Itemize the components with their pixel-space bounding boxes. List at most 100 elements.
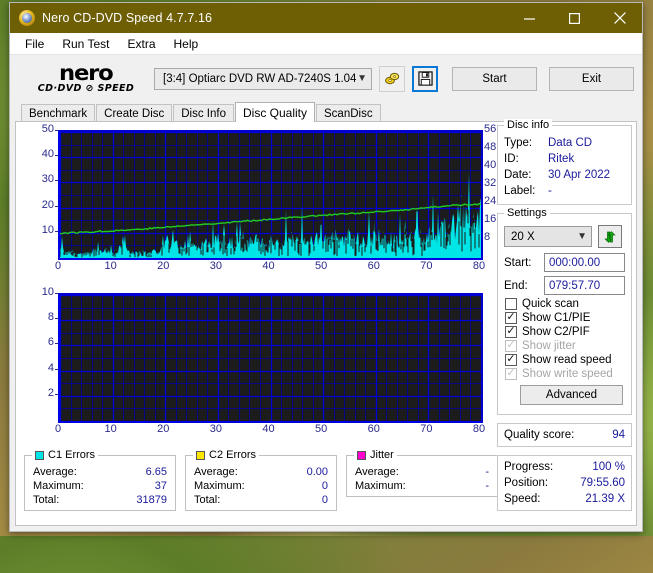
speed-tick-label: 40 bbox=[484, 159, 497, 171]
speed-tick-label: 48 bbox=[484, 141, 497, 153]
legend-jitter: Jitter Average: - Maximum: - bbox=[346, 449, 498, 497]
quality-score-label: Quality score: bbox=[504, 429, 575, 441]
legend-c1-title: C1 Errors bbox=[32, 449, 99, 461]
legend-c2-errors: C2 Errors Average: 0.00 Maximum: 0 Total… bbox=[185, 449, 337, 511]
checkbox-show-write-speed: ✓ Show write speed bbox=[498, 367, 631, 381]
legend-value: 0 bbox=[321, 494, 328, 506]
menu-item-help[interactable]: Help bbox=[165, 34, 208, 54]
start-position-row: Start: 000:00.00 bbox=[498, 251, 631, 274]
speed-tick-label: 32 bbox=[484, 177, 497, 189]
scan-speed-select[interactable]: 20 X ▼ bbox=[504, 226, 592, 247]
legend-row: Maximum: - bbox=[347, 479, 497, 493]
legend-row: Average: - bbox=[347, 465, 497, 479]
x-tick-label: 10 bbox=[104, 260, 117, 272]
disc-info-row-id: ID: Ritek bbox=[498, 151, 631, 167]
graph-area: 10 20 30 40 50 8 16 24 32 40 48 56 0 10 20 30 40 50 60 70… bbox=[20, 123, 501, 573]
start-label: Start: bbox=[504, 256, 532, 269]
checkbox-label: Show C1/PIE bbox=[522, 312, 591, 324]
y-tick-label: 8 bbox=[47, 311, 54, 324]
right-panel: Disc info Type: Data CD ID: Ritek Date: … bbox=[497, 119, 632, 511]
c2-color-swatch bbox=[196, 450, 205, 460]
eject-disc-icon[interactable] bbox=[379, 65, 405, 92]
checkbox-icon bbox=[505, 298, 517, 310]
legend-key: Maximum: bbox=[33, 480, 84, 492]
checkbox-checked-icon: ✓ bbox=[505, 310, 517, 324]
window-title: Nero CD-DVD Speed 4.7.7.16 bbox=[42, 11, 213, 25]
menu-item-run-test[interactable]: Run Test bbox=[53, 34, 118, 54]
checkbox-label: Show jitter bbox=[522, 340, 576, 352]
chevron-down-icon: ▼ bbox=[357, 73, 367, 84]
close-icon[interactable] bbox=[597, 3, 642, 33]
checkbox-show-c2-pif[interactable]: ✓ Show C2/PIF bbox=[498, 325, 631, 339]
checkbox-checked-icon: ✓ bbox=[505, 352, 517, 366]
menu-item-file[interactable]: File bbox=[16, 34, 53, 54]
checkbox-checked-icon: ✓ bbox=[505, 324, 517, 338]
checkbox-quick-scan[interactable]: Quick scan bbox=[498, 297, 631, 311]
settings-title: Settings bbox=[504, 207, 550, 219]
x-tick-label: 30 bbox=[209, 260, 222, 272]
end-label: End: bbox=[504, 279, 528, 292]
x-tick-label: 20 bbox=[157, 260, 170, 272]
legend-value: 6.65 bbox=[145, 466, 167, 478]
legend-row: Total: 0 bbox=[186, 493, 336, 507]
advanced-button[interactable]: Advanced bbox=[520, 385, 623, 405]
row-key: Type: bbox=[504, 137, 533, 149]
drive-select[interactable]: [3:4] Optiarc DVD RW AD-7240S 1.04 ▼ bbox=[154, 67, 372, 90]
status-key: Progress: bbox=[504, 461, 554, 473]
c2-error-graph: 2 4 6 8 10 0 10 20 30 40 50 60 70 80 bbox=[20, 286, 501, 448]
tab-scandisc[interactable]: ScanDisc bbox=[316, 104, 381, 122]
scan-speed-value: 20 X bbox=[511, 230, 535, 243]
tab-disc-quality[interactable]: Disc Quality bbox=[235, 102, 316, 122]
refresh-icon[interactable] bbox=[598, 225, 622, 248]
legend-value: 31879 bbox=[136, 494, 167, 506]
checkbox-show-read-speed[interactable]: ✓ Show read speed bbox=[498, 353, 631, 367]
start-input[interactable]: 000:00.00 bbox=[544, 253, 625, 272]
status-row-speed: Speed: 21.39 X bbox=[498, 491, 631, 507]
row-key: Label: bbox=[504, 185, 536, 197]
quality-score-box: Quality score: 94 bbox=[497, 423, 632, 447]
nero-app-icon bbox=[19, 10, 35, 26]
menu-item-extra[interactable]: Extra bbox=[118, 34, 164, 54]
minimize-icon[interactable] bbox=[507, 3, 552, 33]
legend-key: Maximum: bbox=[194, 480, 245, 492]
tab-create-disc[interactable]: Create Disc bbox=[96, 104, 173, 122]
x-tick-label: 70 bbox=[420, 260, 433, 272]
nero-cd-dvd-speed-window: Nero CD-DVD Speed 4.7.7.16 File Run Test… bbox=[9, 2, 643, 532]
maximize-icon[interactable] bbox=[552, 3, 597, 33]
menu-bar: File Run Test Extra Help bbox=[10, 33, 642, 55]
quality-score-value: 94 bbox=[612, 429, 625, 441]
disc-info-title: Disc info bbox=[504, 119, 553, 131]
x-tick-label: 80 bbox=[472, 260, 486, 272]
toolbar: nero CD·DVD ⊘ SPEED [3:4] Optiarc DVD RW… bbox=[10, 55, 642, 102]
row-value: - bbox=[548, 185, 552, 197]
legend-key: Average: bbox=[33, 466, 77, 478]
quality-score-row: Quality score: 94 bbox=[498, 427, 631, 443]
legend-c1-errors: C1 Errors Average: 6.65 Maximum: 37 Tota… bbox=[24, 449, 176, 511]
settings-group: Settings 20 X ▼ Start: 000:00.00 End: 07… bbox=[497, 207, 632, 415]
tab-benchmark[interactable]: Benchmark bbox=[21, 104, 96, 122]
legend-value: - bbox=[485, 466, 489, 478]
legend-row: Average: 6.65 bbox=[25, 465, 175, 479]
save-floppy-icon[interactable] bbox=[412, 65, 438, 92]
x-tick-label: 70 bbox=[420, 423, 433, 435]
y-tick-label: 10 bbox=[41, 223, 54, 236]
end-input[interactable]: 079:57.70 bbox=[544, 276, 625, 295]
legend-key: Average: bbox=[194, 466, 238, 478]
legend-key: Total: bbox=[194, 494, 221, 506]
exit-button[interactable]: Exit bbox=[549, 66, 634, 91]
nero-logo: nero CD·DVD ⊘ SPEED bbox=[32, 63, 140, 94]
legend-value: - bbox=[485, 480, 489, 492]
checkbox-checked-disabled-icon: ✓ bbox=[505, 338, 517, 352]
x-tick-label: 10 bbox=[104, 423, 117, 435]
y-tick-label: 50 bbox=[41, 123, 54, 135]
status-key: Speed: bbox=[504, 493, 541, 505]
x-tick-label: 60 bbox=[367, 423, 380, 435]
window-controls bbox=[507, 3, 642, 33]
checkbox-show-c1-pie[interactable]: ✓ Show C1/PIE bbox=[498, 311, 631, 325]
tab-disc-info[interactable]: Disc Info bbox=[173, 104, 234, 122]
c1-color-swatch bbox=[35, 450, 44, 460]
speed-tick-label: 8 bbox=[484, 231, 491, 243]
legend-row: Average: 0.00 bbox=[186, 465, 336, 479]
y-tick-label: 6 bbox=[47, 336, 54, 349]
start-button[interactable]: Start bbox=[452, 66, 537, 91]
